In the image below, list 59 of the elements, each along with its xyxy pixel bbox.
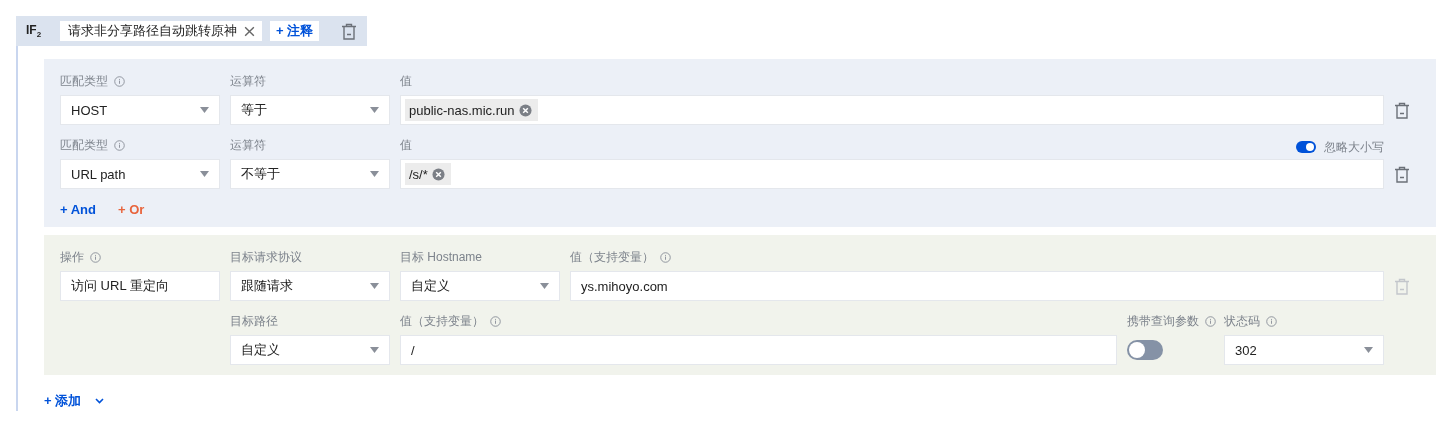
caret-icon [370, 347, 379, 353]
input-field[interactable]: ys.mihoyo.com [570, 271, 1384, 301]
field-label: 匹配类型 [60, 73, 108, 90]
close-icon[interactable] [243, 24, 256, 38]
caret-icon [200, 171, 209, 177]
add-button[interactable]: + 添加 [44, 392, 82, 410]
value-tag: public-nas.mic.run [405, 99, 538, 121]
field-label: 运算符 [230, 137, 266, 154]
info-icon [1266, 315, 1277, 327]
info-icon [1205, 315, 1216, 327]
delete-icon[interactable] [1394, 165, 1410, 183]
caret-icon [1364, 347, 1373, 353]
select-field[interactable]: 自定义 [230, 335, 390, 365]
rule-title: IF$_{2}$ [26, 22, 43, 40]
value-tag: /s/* [405, 163, 451, 185]
chevron-down-icon[interactable] [95, 398, 105, 404]
caret-icon [200, 107, 209, 113]
logic-button[interactable]: + And [60, 201, 96, 217]
remove-icon[interactable] [431, 167, 445, 181]
field-label: 值（支持变量） [570, 249, 654, 266]
field-label: 值（支持变量） [400, 313, 484, 330]
comment-tag: 请求非分享路径自动跳转原神 [60, 21, 262, 41]
toggle-switch[interactable] [1296, 141, 1316, 153]
caret-icon [370, 283, 379, 289]
delete-icon[interactable] [1394, 101, 1410, 119]
select-field[interactable]: 不等于 [230, 159, 390, 189]
input-field[interactable]: 访问 URL 重定向 [60, 271, 220, 301]
add-comment-button[interactable]: + 注释 [270, 21, 320, 41]
field-label: 目标路径 [230, 313, 278, 330]
toggle-label: 忽略大小写 [1324, 138, 1384, 156]
caret-icon [370, 171, 379, 177]
caret-icon [370, 107, 379, 113]
info-icon [114, 139, 125, 151]
select-field[interactable]: 自定义 [400, 271, 560, 301]
field-label: 状态码 [1224, 313, 1260, 330]
field-label: 值 [400, 73, 412, 90]
tag-input-field[interactable]: /s/* [400, 159, 1384, 189]
select-field[interactable]: HOST [60, 95, 220, 125]
caret-icon [540, 283, 549, 289]
field-label: 操作 [60, 249, 84, 266]
info-icon [660, 251, 671, 263]
input-field[interactable]: / [400, 335, 1117, 365]
select-field[interactable]: URL path [60, 159, 220, 189]
select-field[interactable]: 跟随请求 [230, 271, 390, 301]
field-label: 匹配类型 [60, 137, 108, 154]
info-icon [114, 75, 125, 87]
field-label: 目标请求协议 [230, 249, 302, 266]
tag-input-field[interactable]: public-nas.mic.run [400, 95, 1384, 125]
select-field[interactable]: 等于 [230, 95, 390, 125]
select-field[interactable]: 302 [1224, 335, 1384, 365]
field-label: 携带查询参数 [1127, 313, 1199, 330]
toggle-switch[interactable] [1127, 340, 1163, 360]
info-icon [490, 315, 501, 327]
delete-icon[interactable] [341, 22, 357, 40]
remove-icon[interactable] [518, 103, 532, 117]
field-label: 目标 Hostname [400, 249, 483, 266]
info-icon [90, 251, 101, 263]
field-label: 运算符 [230, 73, 266, 90]
field-label: 值 [400, 137, 412, 154]
